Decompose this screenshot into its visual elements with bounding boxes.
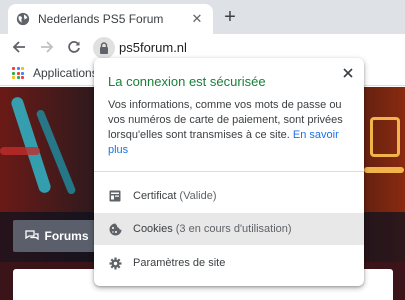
tab-close-icon[interactable]: ✕ bbox=[189, 11, 205, 27]
site-info-button[interactable] bbox=[93, 37, 115, 59]
back-button[interactable] bbox=[9, 37, 29, 57]
close-icon bbox=[343, 68, 353, 78]
cookie-icon bbox=[108, 222, 122, 236]
tab-strip: Nederlands PS5 Forum ✕ + bbox=[0, 0, 405, 34]
apps-label: Applications bbox=[33, 66, 98, 80]
reload-icon bbox=[68, 41, 80, 53]
browser-tab[interactable]: Nederlands PS5 Forum ✕ bbox=[8, 4, 213, 34]
forums-label: Forums bbox=[44, 229, 89, 243]
apps-grid-icon bbox=[12, 67, 24, 79]
certificate-icon bbox=[108, 189, 122, 203]
lock-icon bbox=[100, 42, 108, 54]
forums-tab[interactable]: Forums bbox=[13, 220, 101, 252]
url-text[interactable]: ps5forum.nl bbox=[119, 40, 187, 55]
new-tab-button[interactable]: + bbox=[220, 7, 240, 27]
popup-divider bbox=[94, 171, 364, 172]
certificate-row[interactable]: Certificat (Valide) bbox=[94, 180, 364, 212]
toolbar: ps5forum.nl bbox=[0, 34, 405, 60]
omnibox[interactable]: ps5forum.nl bbox=[92, 35, 405, 59]
site-settings-label: Paramètres de site bbox=[133, 257, 226, 269]
forward-button[interactable] bbox=[37, 37, 57, 57]
cookies-label: Cookies bbox=[133, 223, 173, 235]
popup-title: La connexion est sécurisée bbox=[108, 74, 266, 89]
arrow-right-icon bbox=[41, 41, 54, 53]
globe-icon bbox=[16, 12, 30, 26]
popup-description: Vos informations, comme vos mots de pass… bbox=[108, 99, 343, 156]
gear-icon bbox=[108, 256, 122, 270]
certificate-status: (Valide) bbox=[179, 190, 217, 202]
popup-close-button[interactable] bbox=[340, 65, 356, 81]
apps-bookmark[interactable]: Applications bbox=[12, 66, 98, 80]
site-settings-row[interactable]: Paramètres de site bbox=[94, 247, 364, 279]
cookies-status: (3 en cours d'utilisation) bbox=[175, 223, 292, 235]
arrow-left-icon bbox=[12, 41, 25, 53]
tab-title: Nederlands PS5 Forum bbox=[38, 12, 164, 26]
site-info-popup: La connexion est sécurisée Vos informati… bbox=[94, 58, 364, 286]
reload-button[interactable] bbox=[64, 37, 84, 57]
chat-bubbles-icon bbox=[25, 230, 40, 241]
certificate-label: Certificat bbox=[133, 190, 177, 202]
cookies-row[interactable]: Cookies (3 en cours d'utilisation) bbox=[94, 213, 364, 245]
